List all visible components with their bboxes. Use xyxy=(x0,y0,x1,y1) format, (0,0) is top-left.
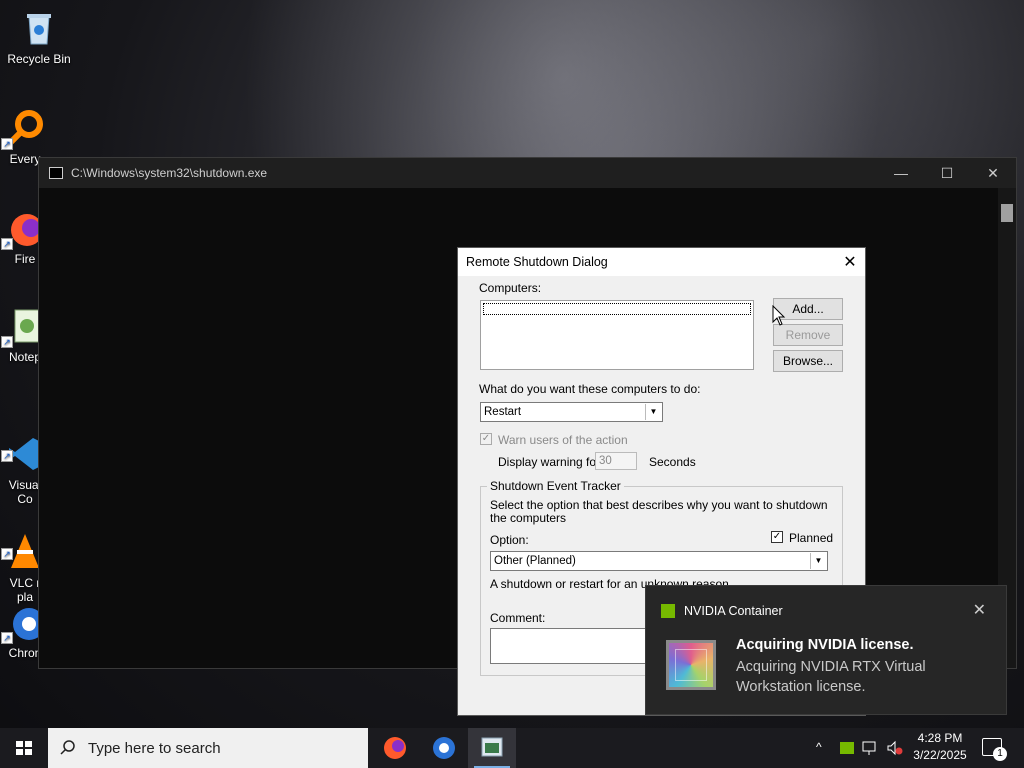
nvidia-logo-icon xyxy=(661,604,675,618)
search-icon xyxy=(60,740,75,755)
search-placeholder: Type here to search xyxy=(88,740,221,757)
volume-muted-icon[interactable] xyxy=(886,740,904,756)
shortcut-arrow-icon: ↗ xyxy=(1,138,13,150)
shortcut-arrow-icon: ↗ xyxy=(1,632,13,644)
mouse-cursor-icon xyxy=(772,305,786,326)
taskbar: Type here to search ^ 4:28 PM 3/22/2025 … xyxy=(0,728,1024,768)
option-dropdown-value: Other (Planned) xyxy=(494,555,576,567)
chevron-down-icon[interactable]: ▼ xyxy=(810,553,826,569)
option-dropdown[interactable]: Other (Planned) ▼ xyxy=(490,551,828,571)
clock-time: 4:28 PM xyxy=(917,731,963,745)
console-window-title: C:\Windows\system32\shutdown.exe xyxy=(71,166,268,180)
console-app-icon xyxy=(481,737,503,757)
windows-logo-icon xyxy=(16,741,32,755)
comment-label: Comment: xyxy=(490,611,546,625)
chrome-icon xyxy=(433,737,455,759)
browse-button[interactable]: Browse... xyxy=(773,350,843,372)
taskbar-shutdown-console[interactable] xyxy=(468,728,516,768)
option-label: Option: xyxy=(490,533,529,547)
start-button[interactable] xyxy=(0,728,48,768)
taskbar-chrome[interactable] xyxy=(420,728,468,768)
action-dropdown[interactable]: Restart ▼ xyxy=(480,402,663,422)
shortcut-arrow-icon: ↗ xyxy=(1,450,13,462)
nvidia-tray-icon[interactable] xyxy=(840,742,854,754)
shortcut-arrow-icon: ↗ xyxy=(1,548,13,560)
dialog-titlebar[interactable]: Remote Shutdown Dialog ✕ xyxy=(458,248,865,276)
desktop-icon-label: Recycle Bin xyxy=(7,52,71,66)
toast-body: Acquiring NVIDIA RTX Virtual Workstation… xyxy=(736,659,926,695)
listbox-focus-rect xyxy=(483,303,751,315)
warning-seconds-input[interactable]: 30 xyxy=(595,452,637,470)
console-close-button[interactable]: ✕ xyxy=(970,165,1016,182)
console-app-icon xyxy=(49,167,63,179)
remove-button[interactable]: Remove xyxy=(773,324,843,346)
console-maximize-button[interactable]: ☐ xyxy=(924,165,970,182)
toast-heading: Acquiring NVIDIA license. xyxy=(736,637,914,653)
toast-close-button[interactable]: ✕ xyxy=(973,600,986,620)
network-icon[interactable] xyxy=(862,740,880,756)
clock-date: 3/22/2025 xyxy=(913,748,967,762)
dialog-title: Remote Shutdown Dialog xyxy=(466,255,608,269)
console-minimize-button[interactable]: — xyxy=(878,165,924,181)
nvidia-gpu-chip-icon xyxy=(666,640,716,690)
action-label: What do you want these computers to do: xyxy=(479,382,701,396)
shortcut-arrow-icon: ↗ xyxy=(1,238,13,250)
tray-overflow-chevron[interactable]: ^ xyxy=(816,740,822,754)
planned-label: Planned xyxy=(789,531,834,545)
display-warning-label: Display warning for xyxy=(498,455,601,469)
dialog-close-button[interactable]: ✕ xyxy=(835,252,865,272)
tracker-group-title: Shutdown Event Tracker xyxy=(487,479,624,493)
chevron-down-icon[interactable]: ▼ xyxy=(645,404,661,420)
taskbar-search-box[interactable]: Type here to search xyxy=(48,728,368,768)
taskbar-clock[interactable]: 4:28 PM 3/22/2025 xyxy=(905,730,975,764)
action-dropdown-value: Restart xyxy=(484,406,522,418)
warn-users-checkbox[interactable]: ✓ xyxy=(480,433,492,445)
desktop-icon-recycle-bin[interactable]: Recycle Bin xyxy=(0,8,78,66)
action-center-button[interactable]: 1 xyxy=(982,738,1007,761)
computers-listbox[interactable] xyxy=(480,300,754,370)
recycle-bin-icon xyxy=(19,8,59,48)
planned-checkbox[interactable]: ✓ xyxy=(771,531,783,543)
taskbar-firefox[interactable] xyxy=(371,728,419,768)
shortcut-arrow-icon: ↗ xyxy=(1,336,13,348)
console-titlebar[interactable]: C:\Windows\system32\shutdown.exe — ☐ ✕ xyxy=(39,158,1016,188)
warn-users-label: Warn users of the action xyxy=(498,433,628,447)
toast-app-name: NVIDIA Container xyxy=(684,604,783,618)
firefox-icon xyxy=(384,737,406,759)
tracker-description: Select the option that best describes wh… xyxy=(490,498,828,525)
console-scrollbar-thumb[interactable] xyxy=(1001,204,1013,222)
seconds-label: Seconds xyxy=(649,455,696,469)
magnifier-icon: ↗ xyxy=(1,108,45,150)
computers-label: Computers: xyxy=(479,281,542,295)
notification-count-badge: 1 xyxy=(993,747,1007,761)
nvidia-toast-notification[interactable]: NVIDIA Container ✕ Acquiring NVIDIA lice… xyxy=(645,585,1007,715)
